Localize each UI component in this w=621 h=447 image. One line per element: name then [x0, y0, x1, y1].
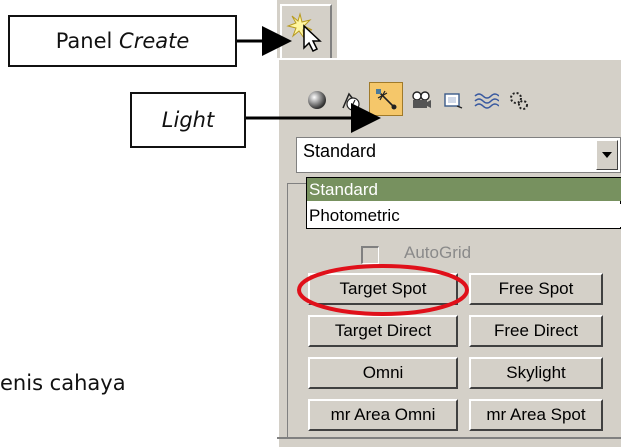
callout-arrows: [237, 26, 381, 133]
